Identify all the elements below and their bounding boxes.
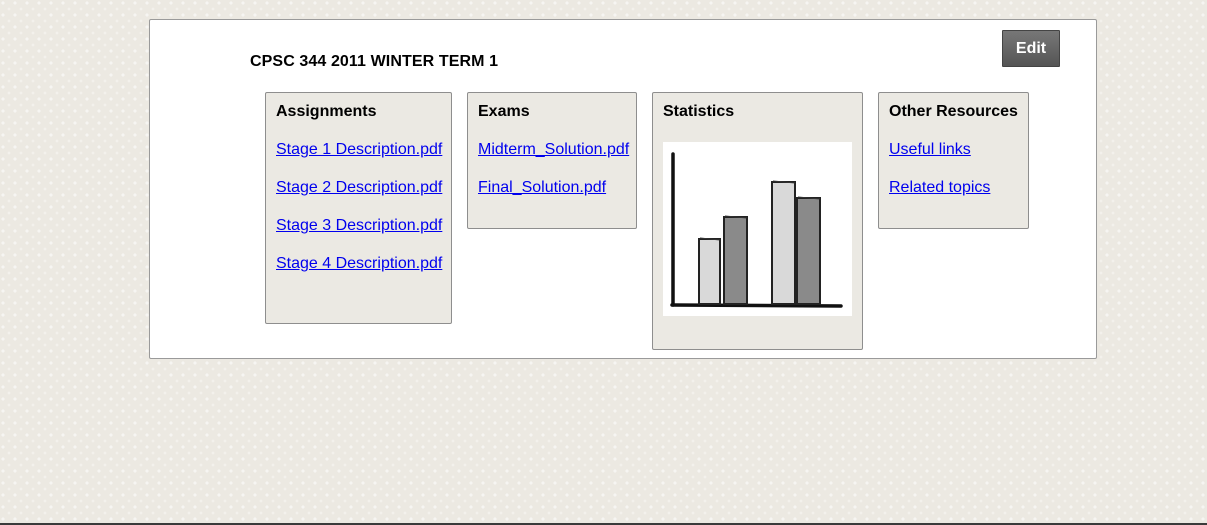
- assignment-link-stage-4[interactable]: Stage 4 Description.pdf: [276, 255, 442, 273]
- bar-chart-icon[interactable]: [663, 142, 852, 316]
- statistics-section: Statistics: [652, 92, 863, 350]
- other-resources-title: Other Resources: [889, 103, 1018, 120]
- assignment-link-stage-3[interactable]: Stage 3 Description.pdf: [276, 217, 442, 235]
- exams-title: Exams: [478, 103, 530, 120]
- course-panel: CPSC 344 2011 WINTER TERM 1 Edit Assignm…: [149, 19, 1097, 359]
- exams-section: Exams Midterm_Solution.pdf Final_Solutio…: [467, 92, 637, 229]
- assignments-section: Assignments Stage 1 Description.pdf Stag…: [265, 92, 452, 324]
- edit-button[interactable]: Edit: [1002, 30, 1060, 67]
- chart-bar-4: [796, 197, 821, 305]
- chart-bar-3: [771, 181, 796, 305]
- chart-bar-2: [723, 216, 748, 305]
- chart-x-axis: [670, 303, 843, 308]
- chart-bar-1: [698, 238, 721, 305]
- resource-link-useful-links[interactable]: Useful links: [889, 141, 1018, 159]
- other-resources-section: Other Resources Useful links Related top…: [878, 92, 1029, 229]
- resource-link-related-topics[interactable]: Related topics: [889, 179, 1018, 197]
- exam-link-midterm[interactable]: Midterm_Solution.pdf: [478, 141, 629, 159]
- assignment-link-stage-1[interactable]: Stage 1 Description.pdf: [276, 141, 442, 159]
- assignments-title: Assignments: [276, 103, 377, 120]
- assignment-link-stage-2[interactable]: Stage 2 Description.pdf: [276, 179, 442, 197]
- page-title: CPSC 344 2011 WINTER TERM 1: [250, 53, 499, 70]
- exam-link-final[interactable]: Final_Solution.pdf: [478, 179, 626, 197]
- statistics-title: Statistics: [663, 103, 735, 120]
